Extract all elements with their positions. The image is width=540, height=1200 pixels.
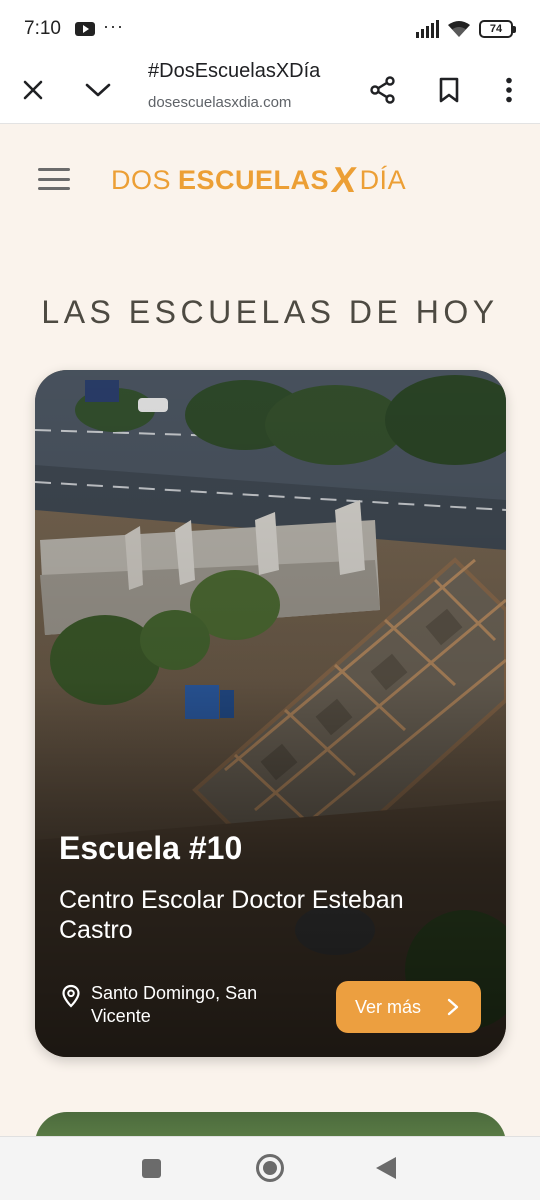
chevron-down-icon: [85, 83, 111, 97]
status-bar: 7:10 ··· 74: [0, 0, 540, 58]
close-button[interactable]: [11, 68, 55, 112]
home-button[interactable]: [256, 1154, 284, 1182]
ver-mas-label: Ver más: [355, 996, 422, 1017]
status-indicators: 74: [416, 20, 516, 38]
school-number: Escuela #10: [59, 830, 243, 866]
site-logo[interactable]: DOS ESCUELAS X DÍA: [111, 159, 407, 200]
share-button[interactable]: [361, 68, 405, 112]
logo-dia: DÍA: [359, 164, 407, 195]
logo-x: X: [329, 159, 360, 200]
page-url: dosescuelasxdia.com: [148, 94, 292, 111]
browser-toolbar: #DosEscuelasXDía dosescuelasxdia.com: [0, 58, 540, 124]
bookmark-icon: [439, 77, 459, 103]
wifi-icon: [448, 21, 470, 37]
location-text: Santo Domingo, San Vicente: [91, 983, 258, 1026]
chevron-right-icon: [447, 998, 459, 1016]
recents-button[interactable]: [142, 1159, 161, 1178]
system-navigation-bar: [0, 1136, 540, 1200]
kebab-menu-icon: [506, 77, 512, 103]
overflow-menu-button[interactable]: [487, 68, 531, 112]
card-overlay: [35, 370, 506, 1057]
back-button[interactable]: [376, 1157, 396, 1179]
collapse-button[interactable]: [76, 68, 120, 112]
logo-dos: DOS: [111, 164, 172, 195]
location-pin-icon: [62, 984, 80, 1008]
page-title: #DosEscuelasXDía: [148, 60, 321, 82]
signal-icon: [416, 20, 439, 38]
logo-escuelas: ESCUELAS: [178, 164, 330, 195]
hamburger-menu-icon[interactable]: [38, 166, 70, 192]
school-card[interactable]: Escuela #10 Centro Escolar Doctor Esteba…: [35, 370, 506, 1057]
school-name: Centro Escolar Doctor Esteban Castro: [59, 886, 404, 944]
battery-level: 74: [479, 20, 513, 38]
status-time: 7:10: [24, 18, 61, 39]
youtube-icon: [74, 22, 95, 36]
close-icon: [23, 80, 43, 100]
bookmark-button[interactable]: [427, 68, 471, 112]
section-title: LAS ESCUELAS DE HOY: [41, 294, 499, 330]
share-icon: [370, 76, 395, 104]
ver-mas-button[interactable]: Ver más: [336, 981, 481, 1033]
more-dots-icon: ···: [102, 16, 124, 36]
school-location: Santo Domingo, San Vicente: [61, 982, 301, 1028]
battery-icon: 74: [479, 20, 516, 38]
